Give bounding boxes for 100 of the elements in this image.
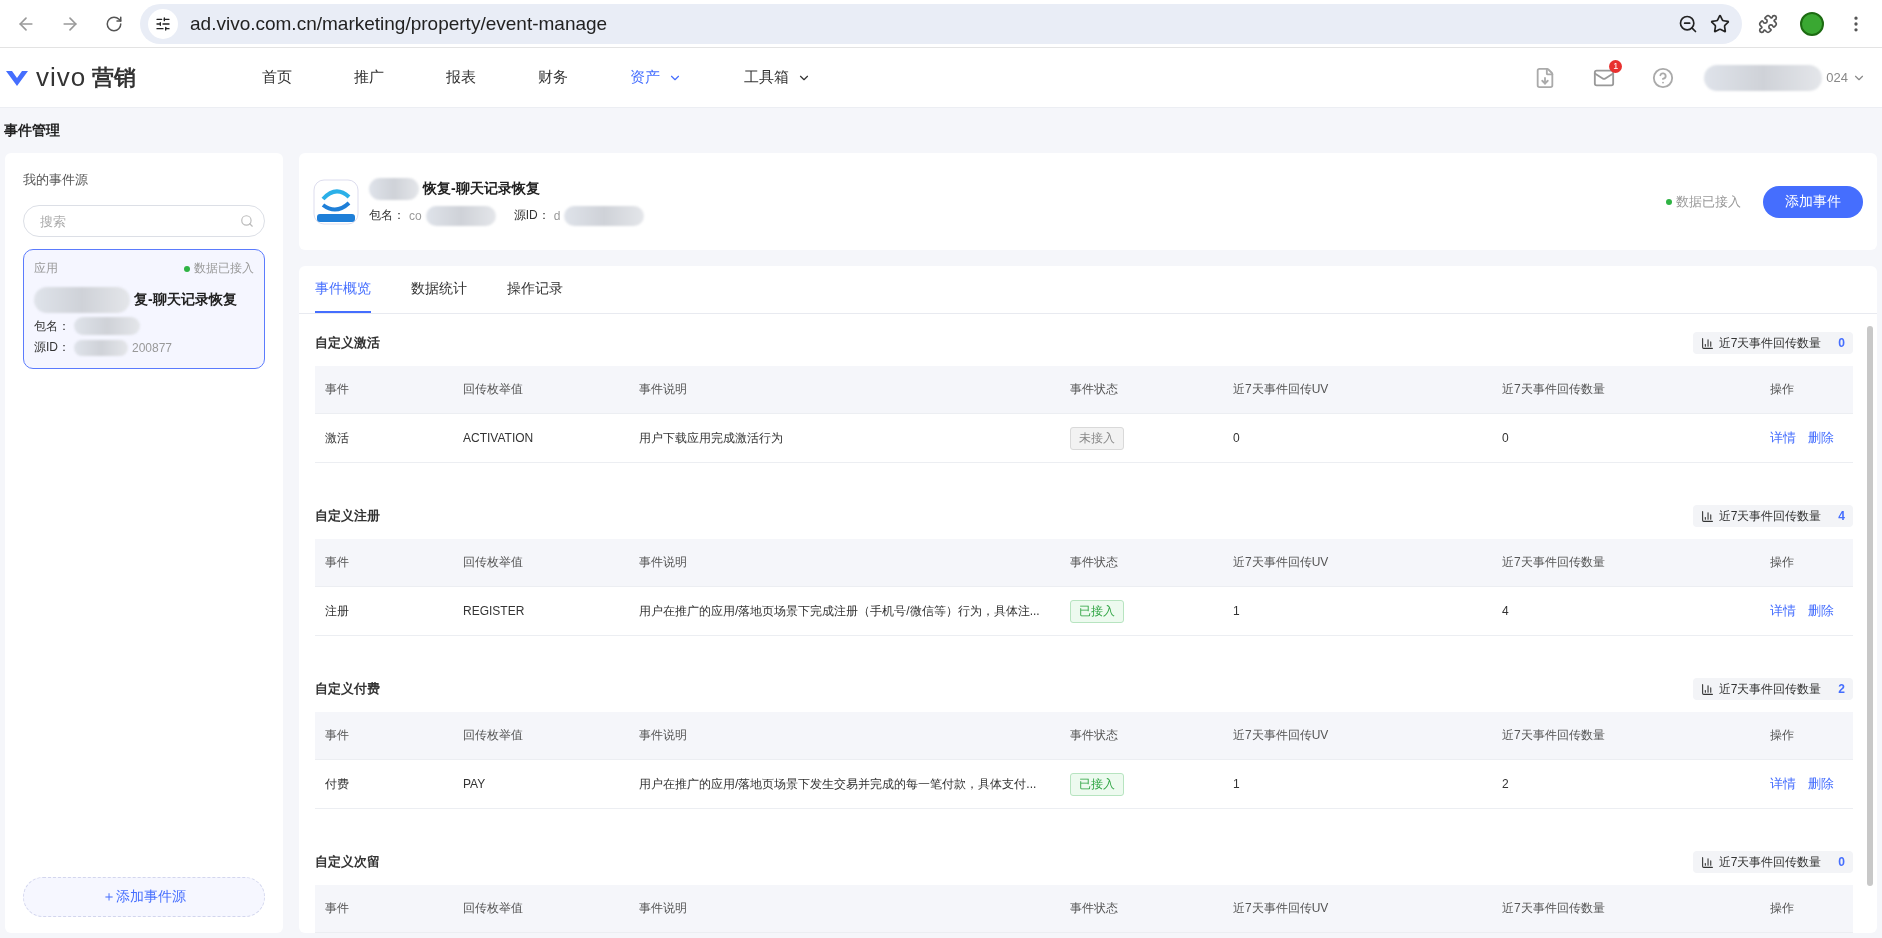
url-text: ad.vivo.com.cn/marketing/property/event-manage bbox=[190, 12, 609, 35]
status-tag: 已接入 bbox=[1070, 772, 1124, 796]
table-cell-text: 2 bbox=[1502, 777, 1510, 791]
site-settings-icon[interactable] bbox=[148, 8, 178, 39]
table-cell-text: PAY bbox=[463, 777, 487, 791]
column-header: 事件 bbox=[324, 900, 350, 917]
table-cell-text: REGISTER bbox=[463, 604, 526, 618]
nav-item[interactable]: 推广 bbox=[354, 68, 446, 87]
reload-icon[interactable] bbox=[105, 14, 123, 33]
column-header: 近7天事件回传数量 bbox=[1502, 900, 1606, 917]
source-id-value: d bbox=[553, 208, 561, 223]
column-header: 事件说明 bbox=[639, 381, 688, 398]
column-header: 近7天事件回传数量 bbox=[1502, 381, 1606, 398]
bookmark-star-icon[interactable] bbox=[1710, 13, 1730, 34]
column-header: 操作 bbox=[1770, 554, 1795, 571]
column-header: 回传枚举值 bbox=[463, 727, 524, 744]
scrollbar[interactable] bbox=[1867, 326, 1873, 886]
table-cell-text: 激活 bbox=[324, 429, 350, 447]
connection-status: 数据已接入 bbox=[1666, 192, 1741, 211]
chart-icon bbox=[1700, 509, 1714, 523]
zoom-out-icon[interactable] bbox=[1678, 13, 1698, 34]
table-cell-text: 4 bbox=[1502, 604, 1510, 618]
app-icon bbox=[313, 178, 359, 225]
column-header: 事件状态 bbox=[1070, 554, 1119, 571]
nav-item[interactable]: 工具箱 bbox=[744, 68, 844, 87]
nav-item[interactable]: 报表 bbox=[446, 68, 538, 87]
add-event-source-button[interactable]: ＋添加事件源 bbox=[23, 877, 265, 917]
help-icon[interactable] bbox=[1652, 66, 1675, 89]
action-link[interactable]: 详情 bbox=[1770, 429, 1796, 447]
status-tag: 已接入 bbox=[1070, 599, 1124, 623]
search-input[interactable]: 搜索 bbox=[38, 212, 240, 230]
column-header: 事件状态 bbox=[1070, 727, 1119, 744]
summary-chip: 近7天事件回传数量 4 bbox=[1692, 505, 1853, 527]
column-header: 近7天事件回传UV bbox=[1233, 381, 1330, 398]
package-label: 包名： bbox=[369, 207, 405, 224]
source-name: 复-聊天记录恢复 bbox=[134, 291, 237, 309]
column-header: 事件 bbox=[324, 381, 350, 398]
summary-chip: 近7天事件回传数量 2 bbox=[1692, 678, 1853, 700]
status-tag: 未接入 bbox=[1070, 426, 1124, 450]
nav-item[interactable]: 资产 bbox=[630, 68, 744, 87]
event-source-card[interactable]: 应用 数据已接入 复-聊天记录恢复 包名： 源ID： 200877 bbox=[23, 249, 265, 369]
source-type: 应用 bbox=[34, 260, 58, 277]
action-link[interactable]: 详情 bbox=[1770, 775, 1796, 793]
brand-name: vivo bbox=[36, 62, 87, 93]
column-header: 近7天事件回传数量 bbox=[1502, 727, 1606, 744]
action-link[interactable]: 删除 bbox=[1808, 429, 1834, 447]
action-link[interactable]: 删除 bbox=[1808, 775, 1834, 793]
source-id-label: 源ID： bbox=[513, 207, 550, 224]
column-header: 事件 bbox=[324, 554, 350, 571]
table-cell-text: 注册 bbox=[324, 602, 350, 620]
nav-item[interactable]: 财务 bbox=[538, 68, 630, 87]
action-link[interactable]: 详情 bbox=[1770, 602, 1796, 620]
column-header: 事件说明 bbox=[639, 727, 688, 744]
column-header: 事件状态 bbox=[1070, 381, 1119, 398]
column-header: 事件说明 bbox=[639, 554, 688, 571]
blurred-area bbox=[74, 339, 128, 356]
brand-suffix: 营销 bbox=[92, 63, 137, 92]
blurred-area bbox=[369, 177, 419, 200]
page-title: 事件管理 bbox=[3, 120, 61, 140]
package-value: co bbox=[409, 208, 422, 223]
source-id: 200877 bbox=[132, 340, 173, 355]
table-cell-text: 付费 bbox=[324, 775, 350, 793]
column-header: 近7天事件回传UV bbox=[1233, 727, 1330, 744]
column-header: 回传枚举值 bbox=[463, 554, 524, 571]
section-title: 自定义激活 bbox=[315, 334, 380, 352]
action-link[interactable]: 删除 bbox=[1808, 602, 1834, 620]
table-cell-text: 0 bbox=[1502, 431, 1510, 445]
source-id-label: 源ID： bbox=[34, 339, 70, 356]
section-title: 自定义注册 bbox=[315, 507, 380, 525]
sidebar-title: 我的事件源 bbox=[23, 171, 89, 189]
tab[interactable]: 数据统计 bbox=[411, 266, 467, 313]
summary-chip: 近7天事件回传数量 0 bbox=[1692, 851, 1853, 873]
column-header: 事件状态 bbox=[1070, 900, 1119, 917]
table-cell-text: ACTIVATION bbox=[463, 431, 535, 445]
tab[interactable]: 事件概览 bbox=[315, 266, 371, 313]
column-header: 近7天事件回传UV bbox=[1233, 900, 1330, 917]
table-cell-text: 1 bbox=[1233, 604, 1241, 618]
chart-icon bbox=[1700, 682, 1714, 696]
address-bar[interactable]: ad.vivo.com.cn/marketing/property/event-manage bbox=[140, 3, 1742, 44]
notification-count: 1 bbox=[1609, 59, 1623, 73]
column-header: 事件说明 bbox=[639, 900, 688, 917]
chart-icon bbox=[1700, 855, 1714, 869]
add-event-button[interactable]: 添加事件 bbox=[1763, 185, 1863, 218]
column-header: 操作 bbox=[1770, 381, 1795, 398]
column-header: 操作 bbox=[1770, 900, 1795, 917]
column-header: 近7天事件回传UV bbox=[1233, 554, 1330, 571]
tab[interactable]: 操作记录 bbox=[507, 266, 563, 313]
nav-item[interactable]: 首页 bbox=[262, 68, 354, 87]
table-cell-text: 用户在推广的应用/落地页场景下发生交易并完成的每一笔付款，具体支付... bbox=[639, 775, 1038, 793]
chart-icon bbox=[1700, 336, 1714, 350]
table-cell-text: 0 bbox=[1233, 431, 1241, 445]
column-header: 近7天事件回传数量 bbox=[1502, 554, 1606, 571]
table-cell-text: 1 bbox=[1233, 777, 1241, 791]
app-name: 恢复-聊天记录恢复 bbox=[423, 179, 540, 198]
column-header: 事件 bbox=[324, 727, 350, 744]
column-header: 操作 bbox=[1770, 727, 1795, 744]
search-icon[interactable] bbox=[240, 214, 254, 228]
section-title: 自定义付费 bbox=[315, 680, 380, 698]
blurred-area bbox=[425, 205, 496, 226]
column-header: 回传枚举值 bbox=[463, 381, 524, 398]
